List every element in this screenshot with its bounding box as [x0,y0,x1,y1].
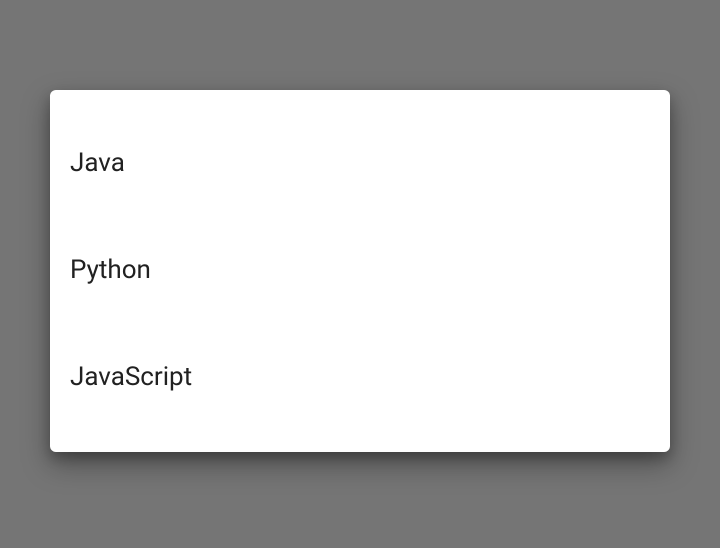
list-item-javascript[interactable]: JavaScript [50,324,670,431]
list-item-label: Python [70,255,151,285]
list-item-java[interactable]: Java [50,110,670,217]
list-item-python[interactable]: Python [50,217,670,324]
list-item-label: Java [70,148,125,178]
language-select-dialog: Java Python JavaScript [50,90,670,452]
list-item-label: JavaScript [70,362,192,392]
